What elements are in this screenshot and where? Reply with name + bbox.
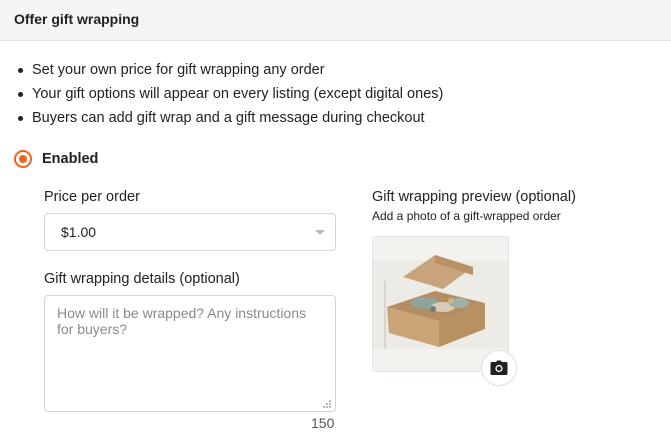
enabled-radio[interactable] <box>14 150 32 168</box>
price-select[interactable]: $1.00 <box>44 213 336 251</box>
camera-icon <box>490 360 508 375</box>
info-list-item: Your gift options will appear on every l… <box>16 84 443 108</box>
preview-title: Gift wrapping preview (optional) <box>372 189 576 205</box>
info-list-item: Set your own price for gift wrapping any… <box>16 60 443 84</box>
upload-photo-button[interactable] <box>481 350 517 386</box>
info-list-item: Buyers can add gift wrap and a gift mess… <box>16 108 443 132</box>
info-list: Set your own price for gift wrapping any… <box>16 60 443 132</box>
chevron-down-icon <box>315 230 325 235</box>
price-select-value: $1.00 <box>61 224 97 240</box>
details-textarea[interactable] <box>44 295 336 412</box>
details-label: Gift wrapping details (optional) <box>44 271 240 287</box>
preview-subtitle: Add a photo of a gift-wrapped order <box>372 209 561 223</box>
section-header: Offer gift wrapping <box>0 0 671 41</box>
price-label: Price per order <box>44 189 140 205</box>
character-counter: 150 <box>311 415 335 431</box>
gift-preview-image[interactable] <box>372 236 509 372</box>
section-title: Offer gift wrapping <box>14 11 140 27</box>
resize-grip-icon[interactable] <box>322 399 332 409</box>
enabled-label: Enabled <box>42 151 99 167</box>
